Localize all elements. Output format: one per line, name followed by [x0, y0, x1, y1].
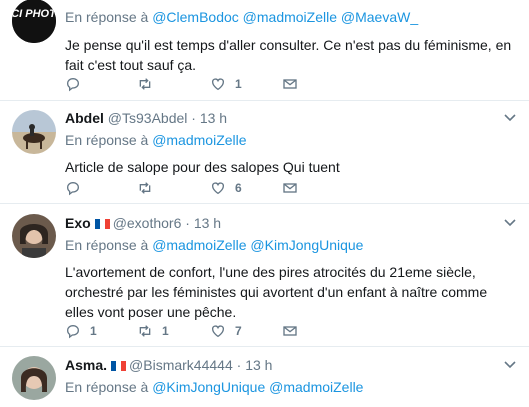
reply-button[interactable] — [65, 178, 90, 198]
reply-mentions-link[interactable]: @madmoiZelle — [152, 132, 246, 148]
reply-mentions-link[interactable]: @madmoiZelle @KimJongUnique — [152, 237, 363, 253]
tweet-text: L'avortement de confort, l'une des pires… — [65, 264, 488, 320]
display-name[interactable]: Abdel — [65, 110, 104, 126]
pci-photo-logo-icon: PCI PHOTO — [12, 0, 56, 43]
reply-icon — [66, 324, 80, 339]
display-name[interactable]: Exo — [65, 215, 91, 231]
reply-mentions-link[interactable]: @ClemBodoc @madmoiZelle @MaevaW_ — [152, 9, 418, 25]
chevron-down-icon[interactable] — [503, 111, 517, 125]
retweet-button[interactable] — [137, 178, 162, 198]
tweet-header: Exo @exothor6 · 13 h — [65, 213, 519, 233]
reply-prefix: En réponse à — [65, 132, 149, 148]
retweet-icon — [139, 78, 151, 90]
tweet-actions: 6 — [65, 178, 325, 198]
reply-context: En réponse à @KimJongUnique @madmoiZelle — [65, 377, 519, 397]
reply-icon — [66, 181, 80, 196]
reply-prefix: En réponse à — [65, 237, 149, 253]
separator: · — [181, 215, 194, 231]
timestamp[interactable]: 13 h — [200, 110, 227, 126]
like-count: 1 — [235, 77, 242, 91]
chevron-down-icon[interactable] — [503, 358, 517, 372]
reply-context: En réponse à @madmoiZelle @KimJongUnique — [65, 235, 519, 255]
separator: · — [187, 110, 200, 126]
tweet-header: Asma. @Bismark44444 · 13 h — [65, 355, 519, 375]
envelope-icon — [283, 183, 297, 193]
retweet-count: 1 — [162, 324, 169, 338]
user-handle[interactable]: @Bismark44444 — [129, 357, 233, 373]
heart-icon — [212, 182, 224, 195]
like-button[interactable]: 1 — [210, 74, 242, 94]
horse-rider-photo-icon — [12, 110, 56, 154]
tweet[interactable]: Abdel @Ts93Abdel · 13 h En réponse à @ma… — [0, 101, 529, 204]
tweet-actions: 1 1 7 — [65, 321, 325, 341]
avatar[interactable] — [12, 110, 56, 154]
dm-button[interactable] — [282, 321, 298, 341]
like-count: 6 — [235, 181, 242, 195]
tweet-actions: 1 — [65, 74, 325, 94]
reply-prefix: En réponse à — [65, 379, 149, 395]
user-handle[interactable]: @exothor6 — [113, 215, 182, 231]
retweet-icon — [139, 325, 151, 337]
tweet[interactable]: PCI PHOTO En réponse à @ClemBodoc @madmo… — [0, 0, 529, 101]
reply-context: En réponse à @ClemBodoc @madmoiZelle @Ma… — [65, 7, 519, 27]
dm-button[interactable] — [282, 178, 298, 198]
reply-mentions-link[interactable]: @KimJongUnique @madmoiZelle — [152, 379, 363, 395]
retweet-button[interactable]: 1 — [137, 321, 169, 341]
reply-button[interactable] — [65, 74, 90, 94]
heart-icon — [212, 325, 224, 338]
retweet-icon — [139, 182, 151, 194]
avatar[interactable]: PCI PHOTO — [12, 0, 56, 43]
heart-icon — [212, 78, 224, 91]
avatar[interactable] — [12, 214, 56, 258]
reply-icon — [66, 77, 80, 92]
dm-button[interactable] — [282, 74, 298, 94]
reply-context: En réponse à @madmoiZelle — [65, 130, 519, 150]
tweet[interactable]: Exo @exothor6 · 13 h En réponse à @madmoi… — [0, 204, 529, 347]
like-button[interactable]: 6 — [210, 178, 242, 198]
envelope-icon — [283, 326, 297, 336]
logo-text: PCI PHOTO — [12, 8, 56, 20]
envelope-icon — [283, 79, 297, 89]
tweet-header: Abdel @Ts93Abdel · 13 h — [65, 108, 519, 128]
tweet-text: Je pense qu'il est temps d'aller consult… — [65, 37, 512, 73]
tweet-text: Article de salope pour des salopes Qui t… — [65, 159, 340, 175]
like-button[interactable]: 7 — [210, 321, 242, 341]
display-name[interactable]: Asma. — [65, 357, 107, 373]
timestamp[interactable]: 13 h — [194, 215, 221, 231]
tweet[interactable]: Asma. @Bismark44444 · 13 h En réponse à @… — [0, 347, 529, 407]
timestamp[interactable]: 13 h — [245, 357, 272, 373]
chevron-down-icon[interactable] — [503, 216, 517, 230]
reply-count: 1 — [90, 324, 97, 338]
woman-photo-icon — [12, 214, 56, 258]
like-count: 7 — [235, 324, 242, 338]
woman-photo-2-icon — [12, 356, 56, 400]
reply-button[interactable]: 1 — [65, 321, 97, 341]
reply-prefix: En réponse à — [65, 9, 149, 25]
france-flag-icon — [111, 361, 127, 371]
separator: · — [232, 357, 246, 373]
avatar[interactable] — [12, 356, 56, 400]
france-flag-icon — [94, 219, 110, 229]
user-handle[interactable]: @Ts93Abdel — [108, 110, 188, 126]
retweet-button[interactable] — [137, 74, 162, 94]
